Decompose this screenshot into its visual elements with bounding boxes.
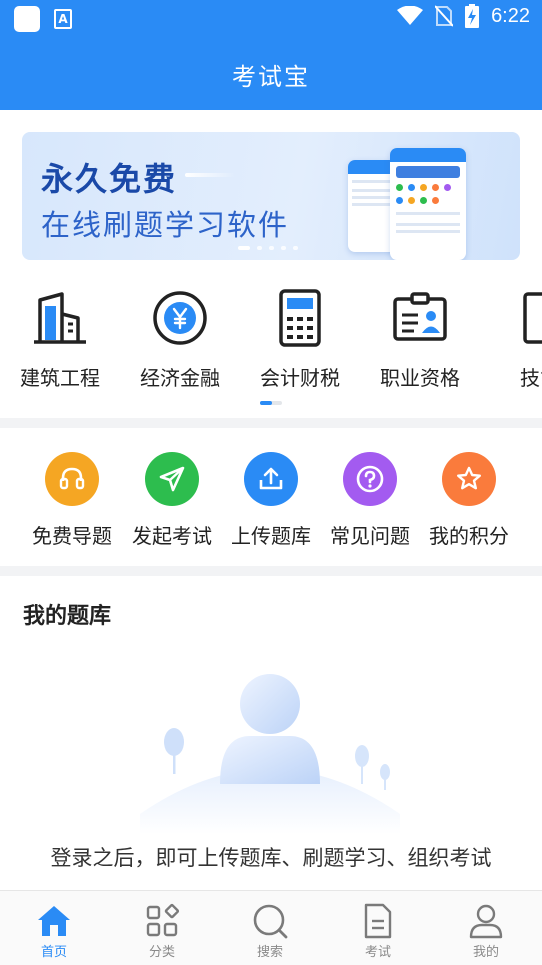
my-points-button[interactable]: 我的积分 [419,452,519,549]
tab-search[interactable]: 搜索 [216,891,324,965]
star-icon [442,452,496,506]
app-notification-icon: A [54,9,72,29]
tab-label: 考试 [364,945,391,960]
tab-exam[interactable]: 考试 [324,891,432,965]
calculator-icon [279,289,321,347]
user-icon [469,904,503,939]
category-accounting[interactable]: 会计财税 [240,286,360,391]
banner-headline: 永久免费 [41,160,178,198]
category-label: 技能 [520,366,542,390]
banner-dot[interactable] [293,246,298,250]
empty-state-message: 登录之后，即可上传题库、刷题学习、组织考试 [50,846,492,870]
banner-dot[interactable] [269,246,274,250]
banner-dot[interactable] [281,246,286,250]
empty-state-illustration [140,674,400,834]
yen-coin-icon [153,291,207,345]
wifi-icon [397,6,424,25]
question-icon [343,452,397,506]
upload-bank-button[interactable]: 上传题库 [221,452,321,549]
tab-label: 首页 [40,945,67,960]
grid-icon [146,903,180,937]
phone-mockup-front [390,148,466,260]
home-icon [38,906,70,936]
category-qualification[interactable]: 职业资格 [360,286,480,391]
app-header: A 6:22 考试宝 [0,0,542,110]
category-label: 职业资格 [380,366,460,390]
headset-icon [45,452,99,506]
bottom-tab-bar: 首页 分类 搜索 考试 我的 [0,890,542,965]
quick-actions: 免费导题 发起考试 上传题库 常见问题 我的积分 [0,428,542,566]
my-question-bank: 我的题库 登录之后，即可上传题库、刷题学习、组织考试 [0,576,542,890]
section-title: 我的题库 [23,604,112,629]
category-construction[interactable]: 建筑工程 [0,286,120,391]
action-label: 免费导题 [32,524,112,548]
category-skills[interactable]: 技能 [480,286,542,391]
upload-icon [244,452,298,506]
document-icon [364,903,392,939]
banner-dot[interactable] [257,246,262,250]
battery-charging-icon [465,4,480,28]
tab-category[interactable]: 分类 [108,891,216,965]
tab-profile[interactable]: 我的 [432,891,540,965]
action-label: 我的积分 [429,524,509,548]
banner-dot[interactable] [238,246,250,250]
clock: 6:22 [491,4,530,27]
banner-subline: 在线刷题学习软件 [41,208,290,242]
skill-icon [523,292,542,344]
action-label: 发起考试 [132,524,212,548]
free-import-button[interactable]: 免费导题 [22,452,122,549]
start-exam-button[interactable]: 发起考试 [122,452,222,549]
building-icon [34,292,86,344]
tab-label: 分类 [148,945,175,960]
category-row[interactable]: 建筑工程 经济金融 会计财税 职业资格 技 [0,286,542,396]
tab-label: 我的 [472,945,499,960]
category-label: 经济金融 [140,366,220,390]
category-finance[interactable]: 经济金融 [120,286,240,391]
action-label: 常见问题 [330,524,410,548]
status-bar: A 6:22 [0,0,542,38]
action-label: 上传题库 [231,524,311,548]
no-sim-icon [435,5,454,27]
category-scroll-indicator [260,401,282,405]
tab-label: 搜索 [256,945,283,960]
search-icon [253,904,288,939]
category-label: 建筑工程 [20,366,100,390]
page-title: 考试宝 [232,62,310,91]
category-label: 会计财税 [260,366,340,390]
certificate-icon [393,292,447,341]
notification-square-icon [14,6,40,32]
tab-home[interactable]: 首页 [0,891,108,965]
banner-decoration [185,173,235,177]
send-icon [145,452,199,506]
faq-button[interactable]: 常见问题 [320,452,420,549]
featured-card: 永久免费 在线刷题学习软件 建筑工程 经济金融 会计财税 职业资格 技 [0,110,542,418]
promo-banner[interactable]: 永久免费 在线刷题学习软件 [22,132,520,260]
banner-pager[interactable] [238,246,298,250]
